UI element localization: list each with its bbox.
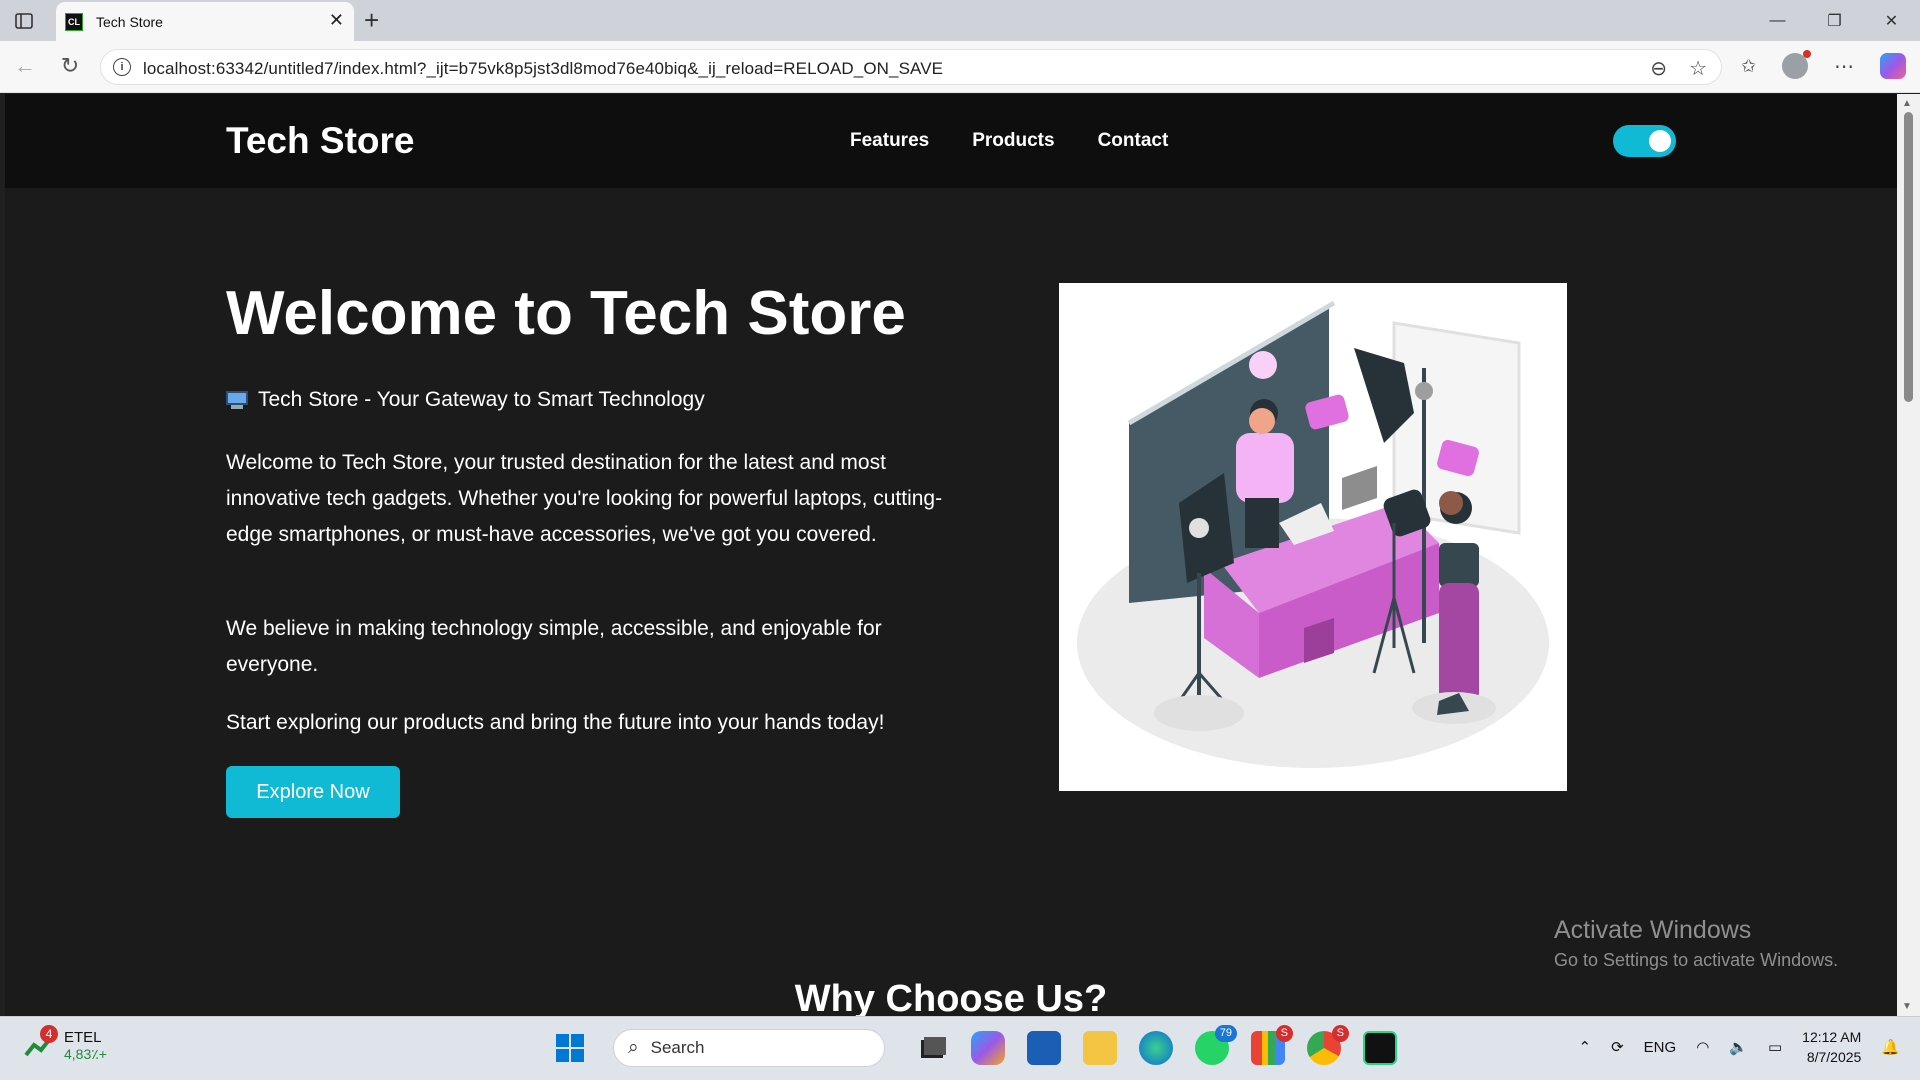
clion-icon[interactable] xyxy=(1363,1031,1397,1065)
site-info-icon[interactable]: i xyxy=(113,58,131,76)
explore-now-button[interactable]: Explore Now xyxy=(226,766,400,818)
taskbar-search[interactable]: ⌕ Search xyxy=(613,1029,885,1067)
hero-paragraph-3: Start exploring our products and bring t… xyxy=(226,711,885,734)
page-scrollbar[interactable]: ▲ ▼ xyxy=(1897,94,1920,1016)
activation-watermark-title: Activate Windows xyxy=(1554,916,1752,944)
stock-chart-icon: 4 xyxy=(24,1025,58,1059)
clock-time: 12:12 AM xyxy=(1802,1029,1862,1045)
computer-icon xyxy=(226,391,248,409)
gmail-badge: S xyxy=(1275,1025,1293,1042)
sidebar-toggle-icon[interactable] xyxy=(12,9,36,33)
reader-icon[interactable]: ⊖ xyxy=(1650,56,1667,81)
reload-icon[interactable]: ↻ xyxy=(57,53,83,79)
theme-toggle[interactable] xyxy=(1613,125,1676,157)
site-header: Tech Store Features Products Contact xyxy=(5,94,1897,188)
start-windows-icon[interactable] xyxy=(553,1031,587,1065)
search-placeholder: Search xyxy=(650,1038,705,1057)
copilot-icon[interactable] xyxy=(1880,53,1906,79)
clock-date: 8/7/2025 xyxy=(1806,1049,1862,1065)
volume-icon[interactable]: 🔈 xyxy=(1729,1038,1748,1056)
toggle-knob xyxy=(1649,130,1671,152)
page-viewport: Tech Store Features Products Contact Wel… xyxy=(5,94,1897,1016)
favorites-icon[interactable]: ✩ xyxy=(1741,56,1756,77)
whatsapp-icon[interactable]: 79 xyxy=(1195,1025,1237,1065)
stock-value: 4,83٪+ xyxy=(64,1046,107,1062)
system-tray: ⌃ ⟳ ENG ◠ 🔈 ▭ 12:12 AM 8/7/2025 🔔 xyxy=(1579,1027,1900,1067)
language-indicator[interactable]: ENG xyxy=(1644,1039,1677,1056)
browser-toolbar: ← ↻ i localhost:63342/untitled7/index.ht… xyxy=(0,41,1920,93)
more-menu-icon[interactable]: ⋯ xyxy=(1834,54,1854,79)
new-tab-icon[interactable]: + xyxy=(364,5,379,36)
stock-badge: 4 xyxy=(40,1025,58,1043)
browser-tab[interactable]: CL Tech Store ✕ xyxy=(56,2,354,41)
site-nav: Features Products Contact xyxy=(850,130,1168,152)
nav-products[interactable]: Products xyxy=(972,130,1054,152)
hero-paragraph-1: Welcome to Tech Store, your trusted dest… xyxy=(226,451,943,546)
scroll-thumb[interactable] xyxy=(1904,112,1913,402)
copilot-taskbar-icon[interactable] xyxy=(971,1031,1005,1065)
store-icon[interactable] xyxy=(1027,1031,1061,1065)
chrome-icon[interactable]: S xyxy=(1307,1025,1349,1065)
whatsapp-badge: 79 xyxy=(1214,1025,1237,1042)
address-bar[interactable]: i localhost:63342/untitled7/index.html?_… xyxy=(100,49,1722,85)
stock-name: ETEL xyxy=(64,1029,102,1046)
gmail-icon[interactable]: S xyxy=(1251,1025,1293,1065)
restore-icon[interactable]: ❐ xyxy=(1806,0,1863,41)
search-icon: ⌕ xyxy=(628,1037,639,1058)
task-view-icon[interactable] xyxy=(915,1031,949,1065)
hero-tagline: Tech Store - Your Gateway to Smart Techn… xyxy=(226,388,705,412)
profile-avatar[interactable] xyxy=(1782,50,1811,79)
favorite-star-icon[interactable]: ☆ xyxy=(1689,56,1707,81)
hero-paragraph-2: We believe in making technology simple, … xyxy=(226,617,882,676)
hero-tagline-text: Tech Store - Your Gateway to Smart Techn… xyxy=(258,388,705,411)
tab-close-icon[interactable]: ✕ xyxy=(329,10,344,31)
chrome-badge: S xyxy=(1331,1025,1349,1042)
nav-features[interactable]: Features xyxy=(850,130,929,152)
hero-title: Welcome to Tech Store xyxy=(226,279,906,348)
close-window-icon[interactable]: ✕ xyxy=(1863,0,1920,41)
browser-tabstrip: CL Tech Store ✕ + — ❐ ✕ xyxy=(0,0,1920,41)
battery-icon[interactable]: ▭ xyxy=(1768,1038,1782,1056)
file-explorer-icon[interactable] xyxy=(1083,1031,1117,1065)
stock-widget[interactable]: 4 ETEL 4,83٪+ xyxy=(24,1025,107,1063)
tab-favicon-icon: CL xyxy=(65,12,83,31)
sync-icon[interactable]: ⟳ xyxy=(1611,1038,1624,1056)
back-icon[interactable]: ← xyxy=(12,53,38,79)
nav-contact[interactable]: Contact xyxy=(1098,130,1169,152)
site-brand[interactable]: Tech Store xyxy=(226,120,414,162)
url-text[interactable]: localhost:63342/untitled7/index.html?_ij… xyxy=(143,59,943,79)
hero-illustration xyxy=(1059,283,1567,791)
minimize-icon[interactable]: — xyxy=(1749,0,1806,41)
scroll-down-icon[interactable]: ▼ xyxy=(1902,1001,1912,1012)
activation-watermark-subtitle: Go to Settings to activate Windows. xyxy=(1554,950,1839,970)
tray-overflow-icon[interactable]: ⌃ xyxy=(1579,1038,1592,1056)
wifi-icon[interactable]: ◠ xyxy=(1696,1038,1709,1056)
notification-bell-icon[interactable]: 🔔 xyxy=(1881,1038,1900,1056)
scroll-up-icon[interactable]: ▲ xyxy=(1902,98,1912,109)
why-choose-us-heading: Why Choose Us? xyxy=(794,978,1108,1016)
edge-browser-icon[interactable] xyxy=(1139,1031,1173,1065)
windows-taskbar: 4 ETEL 4,83٪+ ⌕ Search 79 S S ⌃ ⟳ ENG ◠ … xyxy=(0,1016,1920,1080)
tab-title: Tech Store xyxy=(96,13,163,30)
clock[interactable]: 12:12 AM 8/7/2025 xyxy=(1802,1027,1861,1067)
